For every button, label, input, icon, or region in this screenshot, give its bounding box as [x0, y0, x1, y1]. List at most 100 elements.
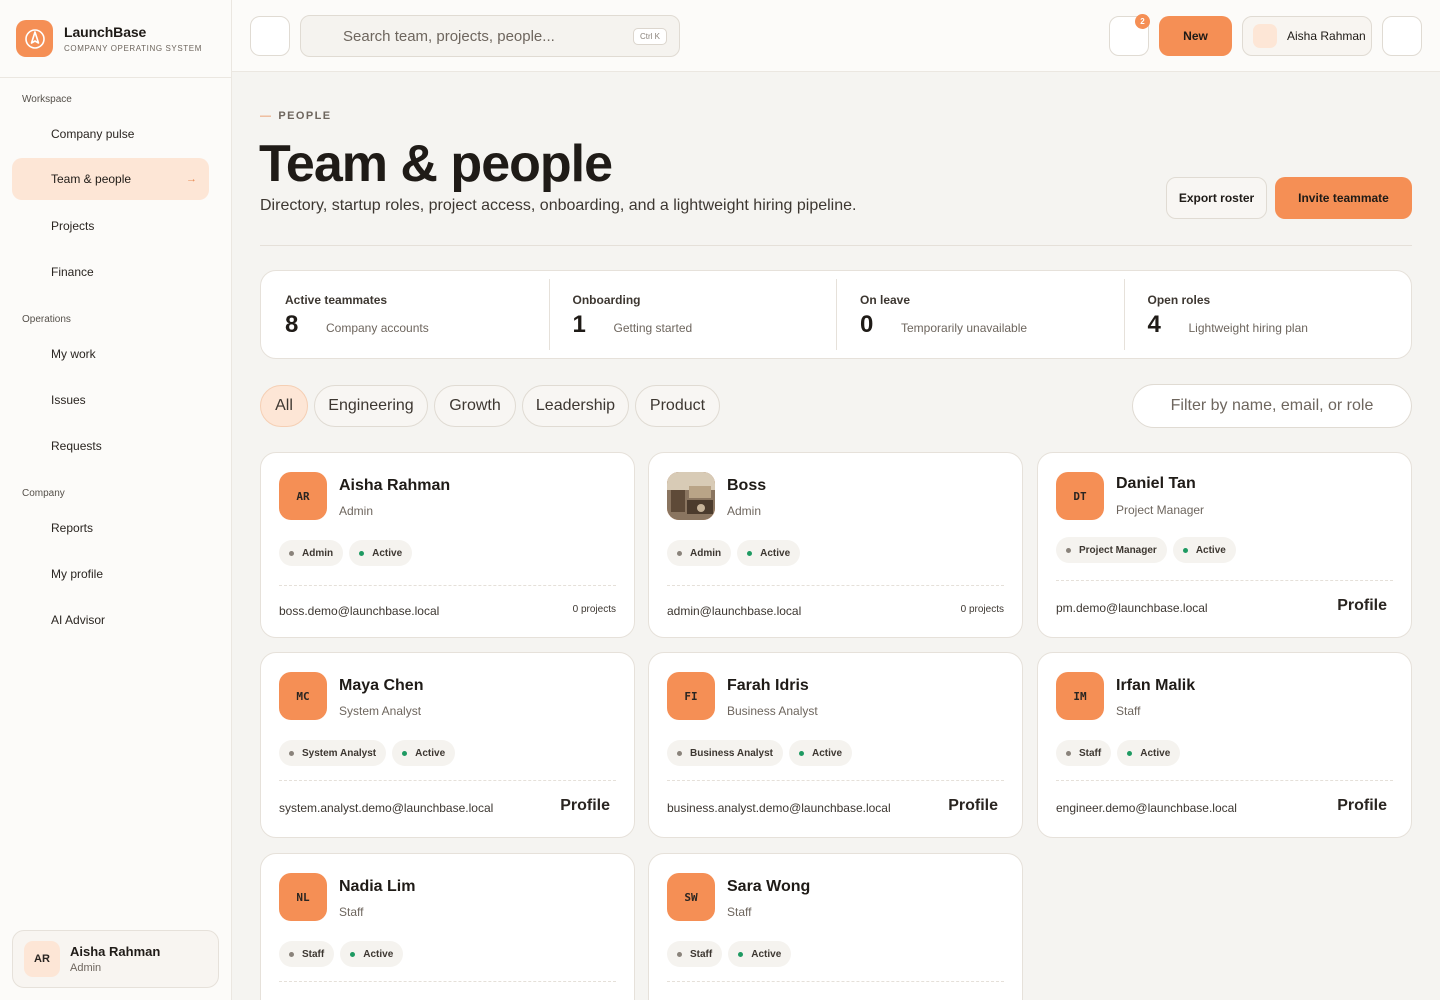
tab-growth[interactable]: Growth	[434, 385, 516, 427]
sidebar-item-label: Company pulse	[51, 127, 135, 141]
user-menu-button[interactable]: Aisha Rahman	[1242, 16, 1372, 56]
settings-button[interactable]	[1382, 16, 1422, 56]
status-badge: Active	[1117, 740, 1181, 766]
sidebar-item-my-profile[interactable]: My profile	[12, 553, 209, 595]
stat-active-teammates: Active teammates 8 Company accounts	[261, 271, 549, 358]
invite-teammate-button[interactable]: Invite teammate	[1275, 177, 1412, 219]
status-badge: Active	[728, 941, 792, 967]
person-name[interactable]: Aisha Rahman	[339, 477, 450, 495]
status-dot-icon	[350, 951, 356, 957]
sidebar-item-issues[interactable]: Issues	[12, 379, 209, 421]
sidebar-item-ai-advisor[interactable]: AI Advisor	[12, 599, 209, 641]
notification-count-badge: 2	[1135, 14, 1150, 29]
person-name[interactable]: Boss	[727, 477, 766, 495]
person-card[interactable]: MC Maya Chen System Analyst System Analyst A…	[260, 652, 635, 838]
person-card[interactable]: Boss Admin Admin Active admin@launchbase.loc…	[648, 452, 1023, 638]
sidebar-item-requests[interactable]: Requests	[12, 425, 209, 467]
user-name: Aisha Rahman	[70, 944, 161, 959]
page-eyebrow: — PEOPLE	[260, 110, 332, 122]
stat-label: Open roles	[1147, 293, 1211, 307]
search-placeholder: Search team, projects, people...	[343, 27, 555, 45]
stat-label: Onboarding	[572, 293, 641, 307]
tag-dot-icon	[1066, 750, 1071, 756]
person-name[interactable]: Daniel Tan	[1116, 475, 1196, 493]
person-role: Staff	[339, 905, 364, 919]
email-link[interactable]: business.analyst.demo@launchbase.local	[667, 801, 891, 815]
status-badge: Active	[737, 540, 801, 566]
tag-dot-icon	[1066, 547, 1071, 553]
tab-leadership[interactable]: Leadership	[522, 385, 629, 427]
person-name[interactable]: Farah Idris	[727, 677, 809, 695]
person-card[interactable]: DT Daniel Tan Project Manager Project Manag…	[1037, 452, 1412, 638]
tab-product[interactable]: Product	[635, 385, 720, 427]
menu-toggle-button[interactable]	[250, 16, 290, 56]
new-button[interactable]: New	[1159, 16, 1232, 56]
tag-list: Business Analyst Active	[667, 740, 853, 766]
person-card[interactable]: FI Farah Idris Business Analyst Business An…	[648, 652, 1023, 838]
email-link[interactable]: admin@launchbase.local	[667, 604, 801, 618]
avatar	[1253, 24, 1277, 48]
email-link[interactable]: boss.demo@launchbase.local	[279, 604, 439, 618]
role-tag: Admin	[279, 540, 344, 566]
divider	[279, 585, 616, 586]
tag-list: System Analyst Active	[279, 740, 456, 766]
divider	[667, 981, 1004, 982]
sidebar-item-label: Reports	[51, 521, 94, 535]
export-roster-button[interactable]: Export roster	[1166, 177, 1267, 219]
email-link[interactable]: engineer.demo@launchbase.local	[1056, 801, 1237, 815]
profile-link[interactable]: Profile	[560, 797, 610, 815]
avatar: NL	[279, 873, 327, 921]
sidebar-item-my-work[interactable]: My work	[12, 333, 209, 375]
profile-link[interactable]: Profile	[1337, 597, 1387, 615]
person-name[interactable]: Irfan Malik	[1116, 677, 1195, 695]
current-user-card[interactable]: AR Aisha Rahman Admin	[12, 930, 219, 988]
tag-list: Staff Active	[667, 941, 792, 967]
avatar: AR	[24, 941, 60, 977]
avatar: IM	[1056, 672, 1104, 720]
sidebar-item-finance[interactable]: Finance	[12, 251, 209, 293]
tag-list: Staff Active	[1056, 740, 1181, 766]
user-role: Admin	[70, 962, 102, 974]
sidebar-item-label: Requests	[51, 439, 102, 453]
role-tag: System Analyst	[279, 740, 387, 766]
avatar-initials: IM	[1073, 689, 1087, 703]
tab-all[interactable]: All	[260, 385, 308, 427]
person-name[interactable]: Nadia Lim	[339, 878, 415, 896]
person-card[interactable]: NL Nadia Lim Staff Staff Active	[260, 853, 635, 1000]
profile-link[interactable]: Profile	[948, 797, 998, 815]
tag-list: Admin Active	[279, 540, 413, 566]
stat-value: 1	[572, 311, 586, 338]
role-tag: Admin	[667, 540, 732, 566]
people-filter-input[interactable]: Filter by name, email, or role	[1132, 384, 1412, 428]
role-tag: Staff	[667, 941, 723, 967]
search-input[interactable]: Search team, projects, people... Ctrl K	[300, 15, 680, 57]
divider	[279, 981, 616, 982]
role-tag: Business Analyst	[667, 740, 783, 766]
sidebar-item-reports[interactable]: Reports	[12, 507, 209, 549]
sidebar-item-label: Projects	[51, 219, 95, 233]
brand[interactable]: LaunchBase COMPANY OPERATING SYSTEM	[0, 0, 231, 78]
stat-value: 8	[285, 311, 299, 338]
tab-engineering[interactable]: Engineering	[314, 385, 428, 427]
stat-open-roles: Open roles 4 Lightweight hiring plan	[1123, 271, 1412, 358]
person-name[interactable]: Sara Wong	[727, 878, 810, 896]
profile-photo-icon	[667, 472, 715, 520]
tag-dot-icon	[677, 951, 682, 957]
page-title: Team & people	[259, 135, 613, 193]
email-link[interactable]: pm.demo@launchbase.local	[1056, 601, 1208, 615]
role-tag: Staff	[279, 941, 335, 967]
tag-dot-icon	[289, 951, 294, 957]
sidebar-item-projects[interactable]: Projects	[12, 205, 209, 247]
profile-link[interactable]: Profile	[1337, 797, 1387, 815]
status-badge: Active	[392, 740, 456, 766]
email-link[interactable]: system.analyst.demo@launchbase.local	[279, 801, 493, 815]
user-menu-name: Aisha Rahman	[1287, 29, 1366, 43]
sidebar-item-company-pulse[interactable]: Company pulse	[12, 113, 209, 155]
person-card[interactable]: IM Irfan Malik Staff Staff Active engineer.de…	[1037, 652, 1412, 838]
person-card[interactable]: AR Aisha Rahman Admin Admin Active boss.demo@…	[260, 452, 635, 638]
stat-hint: Getting started	[613, 321, 693, 335]
person-name[interactable]: Maya Chen	[339, 677, 423, 695]
stat-label: On leave	[860, 293, 911, 307]
person-card[interactable]: SW Sara Wong Staff Staff Active	[648, 853, 1023, 1000]
sidebar-item-team-people[interactable]: Team & people →	[12, 158, 209, 200]
